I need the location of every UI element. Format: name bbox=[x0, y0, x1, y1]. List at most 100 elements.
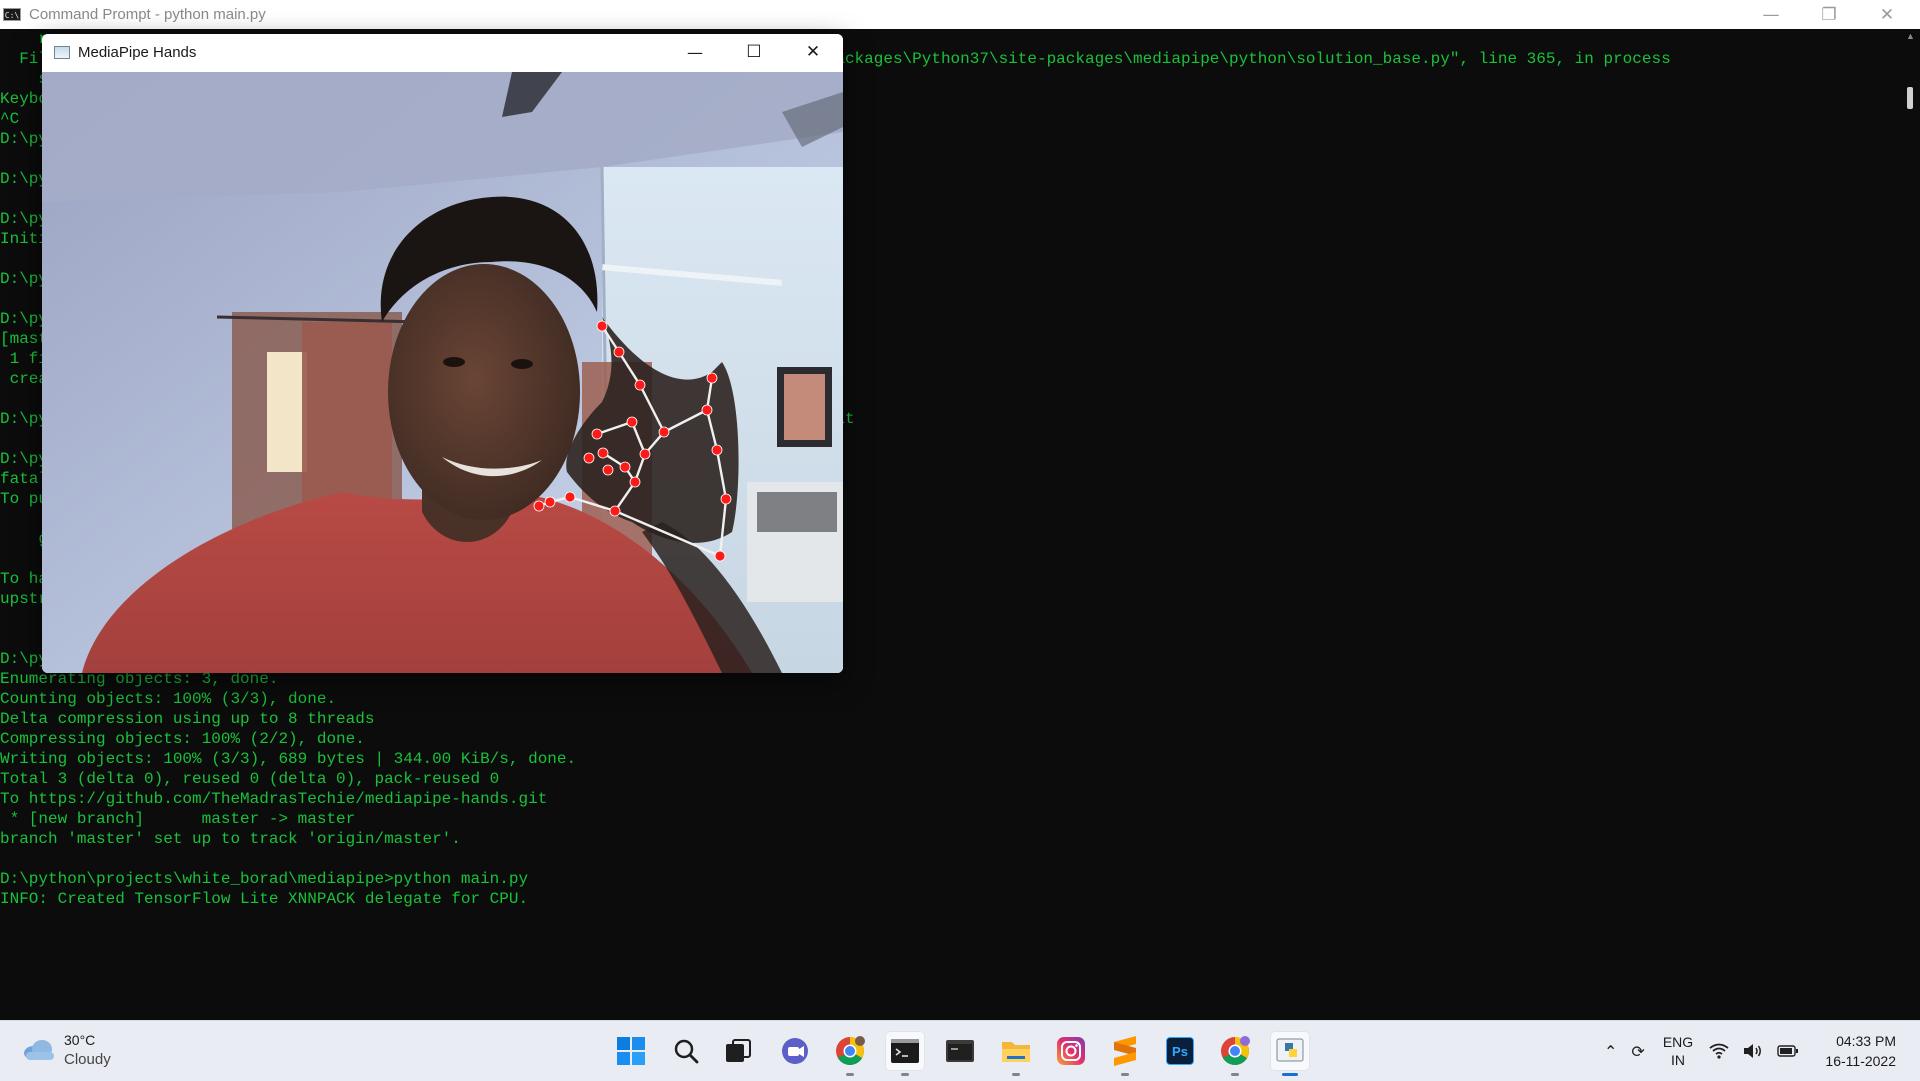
start-button[interactable] bbox=[611, 1031, 651, 1071]
running-indicator bbox=[901, 1073, 909, 1076]
sync-icon[interactable]: ⟳ bbox=[1631, 1042, 1644, 1061]
battery-icon[interactable] bbox=[1777, 1045, 1799, 1057]
landmark-ring-dip bbox=[619, 461, 631, 473]
landmark-pinky-dip bbox=[544, 496, 556, 508]
console-line: Total 3 (delta 0), reused 0 (delta 0), p… bbox=[0, 770, 500, 788]
mediapipe-window[interactable]: MediaPipe Hands — ☐ ✕ bbox=[42, 34, 843, 673]
landmark-wrist bbox=[714, 550, 726, 562]
region-code: IN bbox=[1670, 1052, 1685, 1068]
terminal-icon bbox=[891, 1039, 919, 1063]
landmark-middle-mcp bbox=[639, 448, 651, 460]
mediapipe-maximize-button[interactable]: ☐ bbox=[725, 34, 783, 70]
console-scrollbar[interactable]: ▲ bbox=[1900, 29, 1920, 1020]
landmark-extra-1 bbox=[583, 452, 595, 464]
mediapipe-close-button[interactable]: ✕ bbox=[784, 34, 842, 70]
console-line: Compressing objects: 100% (2/2), done. bbox=[0, 730, 365, 748]
weather-widget[interactable]: 30°C Cloudy bbox=[22, 1031, 111, 1069]
cloud-icon bbox=[22, 1038, 56, 1062]
landmark-index-tip bbox=[596, 320, 608, 332]
wifi-icon[interactable] bbox=[1709, 1043, 1729, 1059]
landmark-index-pip bbox=[634, 379, 646, 391]
mediapipe-minimize-button[interactable]: — bbox=[666, 34, 724, 70]
console-line: branch 'master' set up to track 'origin/… bbox=[0, 830, 461, 848]
window-light bbox=[267, 352, 307, 472]
console-line: Counting objects: 100% (3/3), done. bbox=[0, 690, 337, 708]
language-indicator[interactable]: ENG IN bbox=[1663, 1033, 1693, 1069]
language-code: ENG bbox=[1662, 1034, 1694, 1050]
python-icon bbox=[1276, 1038, 1304, 1062]
command-prompt-icon: C:\ bbox=[3, 8, 21, 21]
show-hidden-icons-chevron-icon[interactable]: ⌃ bbox=[1604, 1042, 1617, 1061]
active-indicator bbox=[1282, 1073, 1298, 1076]
landmark-thumb-ip bbox=[701, 404, 713, 416]
search-button[interactable] bbox=[666, 1031, 706, 1071]
scroll-up-arrow-icon[interactable]: ▲ bbox=[1906, 31, 1915, 41]
mediapipe-title-bar[interactable]: MediaPipe Hands — ☐ ✕ bbox=[42, 34, 843, 72]
photoshop-icon: Ps bbox=[1166, 1037, 1194, 1065]
folder-icon bbox=[1002, 1042, 1030, 1062]
photo-inner bbox=[784, 374, 825, 440]
landmark-middle-dip bbox=[626, 416, 638, 428]
webcam-frame bbox=[42, 72, 843, 673]
cmd-minimize-button[interactable]: — bbox=[1742, 0, 1800, 29]
task-view-icon bbox=[726, 1039, 751, 1062]
weather-temperature: 30°C bbox=[64, 1032, 96, 1048]
teams-chat-button[interactable] bbox=[775, 1031, 815, 1071]
system-tray: ⌃ ⟳ ENG IN bbox=[1604, 1021, 1813, 1081]
python-app[interactable] bbox=[1270, 1031, 1310, 1076]
landmark-middle-tip bbox=[591, 428, 603, 440]
landmark-ring-mcp bbox=[629, 476, 641, 488]
chat-icon bbox=[782, 1038, 808, 1064]
weather-condition: Cloudy bbox=[64, 1051, 111, 1068]
chrome-icon bbox=[836, 1036, 865, 1065]
volume-icon[interactable] bbox=[1743, 1043, 1763, 1059]
left-eye bbox=[443, 357, 465, 367]
cmd-close-button[interactable]: ✕ bbox=[1858, 0, 1916, 29]
face bbox=[388, 264, 580, 520]
photoshop-label: Ps bbox=[1172, 1043, 1188, 1059]
file-explorer-app[interactable] bbox=[996, 1031, 1036, 1076]
instagram-icon bbox=[1057, 1037, 1085, 1065]
mediapipe-window-title: MediaPipe Hands bbox=[78, 44, 197, 61]
landmark-index-mcp bbox=[658, 426, 670, 438]
search-icon bbox=[674, 1039, 699, 1064]
command-prompt-app[interactable] bbox=[885, 1031, 925, 1076]
landmark-thumb-tip bbox=[706, 372, 718, 384]
chrome-icon bbox=[1221, 1036, 1250, 1065]
landmark-pinky-tip bbox=[533, 500, 545, 512]
sublime-text-app[interactable] bbox=[1105, 1031, 1145, 1076]
console-line: Delta compression using up to 8 threads bbox=[0, 710, 375, 728]
landmark-extra-2 bbox=[602, 464, 614, 476]
console-icon bbox=[946, 1040, 974, 1062]
landmark-ring-tip bbox=[597, 447, 609, 459]
landmark-thumb-cmc bbox=[720, 493, 732, 505]
terminal-app[interactable] bbox=[940, 1031, 980, 1071]
task-view-button[interactable] bbox=[718, 1031, 758, 1071]
console-line: To https://github.com/TheMadrasTechie/me… bbox=[0, 790, 548, 808]
cmd-title-bar[interactable]: C:\ Command Prompt - python main.py — ❐ … bbox=[0, 0, 1920, 29]
clock[interactable]: 04:33 PM 16-11-2022 bbox=[1818, 1031, 1896, 1071]
console-line: INFO: Created TensorFlow Lite XNNPACK de… bbox=[0, 890, 529, 908]
chrome-app[interactable] bbox=[830, 1031, 870, 1076]
landmark-index-dip bbox=[613, 346, 625, 358]
landmark-pinky-mcp bbox=[609, 505, 621, 517]
photoshop-app[interactable]: Ps bbox=[1160, 1031, 1200, 1071]
running-indicator bbox=[1121, 1073, 1129, 1076]
cmd-window-title: Command Prompt - python main.py bbox=[29, 6, 266, 23]
clock-date: 16-11-2022 bbox=[1825, 1053, 1896, 1069]
console-line: * [new branch] master -> master bbox=[0, 810, 356, 828]
right-eye bbox=[511, 359, 533, 369]
landmark-thumb-mcp bbox=[711, 444, 723, 456]
cmd-restore-button[interactable]: ❐ bbox=[1800, 0, 1858, 29]
running-indicator bbox=[846, 1073, 854, 1076]
sublime-icon bbox=[1114, 1036, 1136, 1066]
scrollbar-thumb[interactable] bbox=[1907, 87, 1913, 109]
chrome-profile-app[interactable] bbox=[1215, 1031, 1255, 1076]
running-indicator bbox=[1231, 1073, 1239, 1076]
window-app-icon bbox=[54, 46, 70, 59]
cabinet-shadow bbox=[757, 492, 837, 532]
console-line: D:\python\projects\white_borad\mediapipe… bbox=[0, 870, 529, 888]
landmark-pinky-pip bbox=[564, 491, 576, 503]
instagram-app[interactable] bbox=[1051, 1031, 1091, 1071]
